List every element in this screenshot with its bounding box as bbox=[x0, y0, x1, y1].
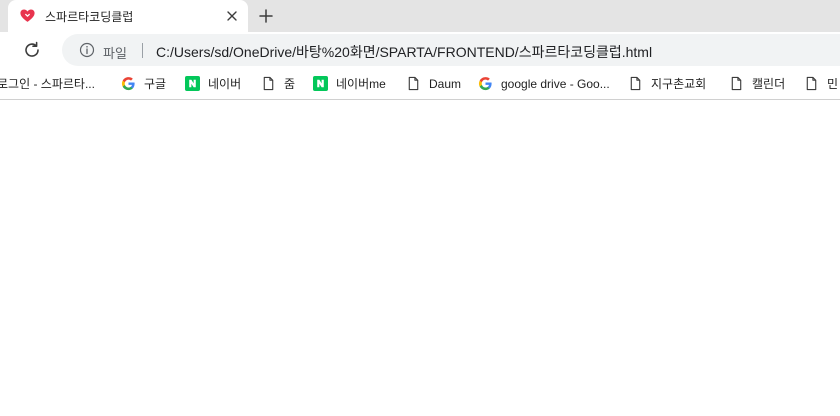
bookmark-calendar[interactable]: 캘린더 bbox=[729, 68, 785, 99]
bookmark-google[interactable]: 구글 bbox=[121, 68, 166, 99]
bookmark-label: 구글 bbox=[144, 77, 167, 91]
new-tab-button[interactable] bbox=[256, 6, 276, 26]
close-icon bbox=[227, 11, 237, 21]
page-icon bbox=[806, 76, 817, 91]
url-text[interactable]: C:/Users/sd/OneDrive/바탕%20화면/SPARTA/FRON… bbox=[156, 42, 652, 62]
bookmark-church[interactable]: 지구촌교회 bbox=[628, 68, 706, 99]
bookmark-label: 줌 bbox=[284, 77, 296, 91]
google-icon bbox=[478, 77, 492, 91]
bookmark-daum[interactable]: Daum bbox=[406, 68, 461, 99]
page-icon bbox=[263, 76, 274, 91]
tab-close-button[interactable] bbox=[224, 8, 240, 24]
scheme-label: 파일 bbox=[103, 46, 127, 61]
bookmark-label: 네이버me bbox=[336, 77, 386, 91]
naver-icon bbox=[185, 76, 200, 91]
browser-toolbar: 파일 C:/Users/sd/OneDrive/바탕%20화면/SPARTA/F… bbox=[0, 32, 840, 68]
bookmark-label: 네이버 bbox=[208, 77, 242, 91]
google-icon bbox=[121, 77, 135, 91]
browser-window: 스파르타코딩클럽 파일 C:/Users/sd/OneDrive/바탕%20화면… bbox=[0, 0, 840, 416]
omnibox-divider bbox=[142, 43, 143, 58]
active-tab[interactable]: 스파르타코딩클럽 bbox=[8, 0, 248, 32]
bookmark-label: google drive - Goo... bbox=[501, 76, 610, 91]
bookmark-sparta-login[interactable]: 로그인 - 스파르타... bbox=[0, 68, 95, 99]
bookmark-zum[interactable]: 줌 bbox=[261, 68, 295, 99]
page-icon bbox=[731, 76, 742, 91]
plus-icon bbox=[259, 9, 273, 23]
bookmark-naver-me[interactable]: 네이버me bbox=[313, 68, 386, 99]
bookmark-google-drive[interactable]: google drive - Goo... bbox=[478, 68, 610, 99]
tab-strip: 스파르타코딩클럽 bbox=[0, 0, 840, 32]
bookmark-label: Daum bbox=[429, 76, 462, 91]
page-content bbox=[0, 101, 840, 416]
bookmark-label: 로그인 - 스파르타... bbox=[0, 77, 95, 91]
reload-button[interactable] bbox=[22, 40, 42, 60]
page-icon bbox=[630, 76, 641, 91]
reload-icon bbox=[25, 41, 39, 57]
info-icon[interactable] bbox=[79, 42, 95, 58]
bookmark-label: 지구촌교회 bbox=[651, 77, 707, 91]
naver-icon bbox=[313, 76, 328, 91]
bookmark-naver[interactable]: 네이버 bbox=[185, 68, 241, 99]
bookmark-label: 민 bbox=[827, 77, 839, 91]
bookmarks-bar: 로그인 - 스파르타... 구글 네이버 줌 네이버me Daum google… bbox=[0, 68, 840, 100]
tab-title: 스파르타코딩클럽 bbox=[45, 10, 134, 24]
bookmark-label: 캘린더 bbox=[752, 77, 786, 91]
address-bar[interactable]: 파일 C:/Users/sd/OneDrive/바탕%20화면/SPARTA/F… bbox=[62, 34, 840, 66]
page-icon bbox=[408, 76, 419, 91]
bookmark-min[interactable]: 민 bbox=[804, 68, 838, 99]
sparta-heart-icon bbox=[20, 9, 35, 22]
